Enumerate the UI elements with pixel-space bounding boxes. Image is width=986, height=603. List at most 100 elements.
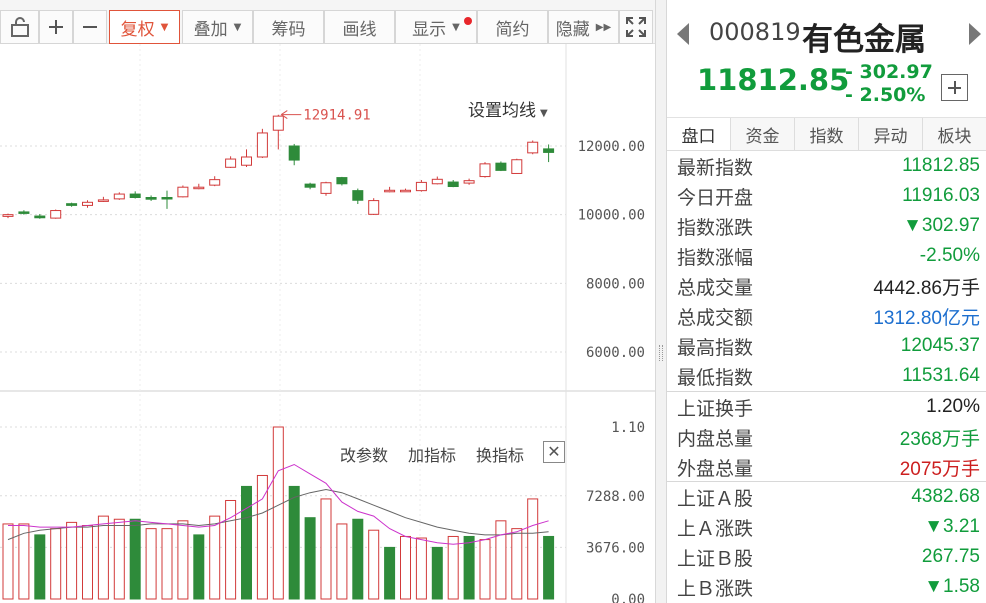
volume-bar: [415, 537, 427, 600]
panel-splitter[interactable]: [655, 0, 667, 603]
candle-body: [288, 145, 300, 161]
kline-chart: 12000.00 10000.00 8000.00 6000.00 1.10 7288.0…: [0, 44, 655, 603]
zoom-in-button[interactable]: [39, 10, 73, 44]
detail-label: 最新指数: [677, 156, 754, 179]
rights-adjust-dropdown[interactable]: 复权 ▼: [109, 10, 180, 44]
overlay-dropdown[interactable]: 叠加 ▼: [182, 10, 253, 44]
volume-bar: [463, 535, 475, 600]
volume-bar: [209, 515, 221, 600]
draw-line-button[interactable]: 画线: [324, 10, 395, 44]
candlestick: [193, 183, 205, 190]
display-label: 显示: [412, 19, 447, 40]
detail-label: 上证Ａ股: [677, 487, 754, 510]
candle-body: [225, 158, 237, 168]
candlestick: [495, 161, 507, 172]
simple-mode-button[interactable]: 简约: [477, 10, 548, 44]
candlestick: [209, 176, 221, 187]
candlestick: [336, 176, 348, 186]
tab-index[interactable]: 指数: [795, 118, 859, 150]
candle-body: [129, 193, 141, 198]
market-index-list: 上证Ａ股 4382.68 上Ａ涨跌 ▼3.21 上证Ｂ股 267.75 上Ｂ涨跌 ▼1.58: [667, 481, 986, 602]
candle-body: [34, 215, 46, 219]
detail-label: 内盘总量: [677, 427, 754, 450]
candle-body: [368, 200, 380, 215]
detail-label: 上证换手: [677, 397, 754, 420]
ma-setting-label: 设置均线: [468, 101, 536, 121]
notification-dot: [464, 17, 472, 25]
candlestick: [527, 140, 539, 155]
detail-row: 最低指数 11531.64: [667, 361, 986, 391]
detail-value: ▼302.97: [903, 215, 980, 236]
chips-button[interactable]: 筹码: [253, 10, 324, 44]
volume-series: [2, 426, 555, 600]
caret-down-icon: ▼: [540, 108, 548, 119]
tab-movements[interactable]: 异动: [859, 118, 923, 150]
simple-label: 简约: [495, 19, 530, 40]
add-watchlist-button[interactable]: [941, 74, 968, 101]
detail-row: 指数涨幅 -2.50%: [667, 241, 986, 271]
chart-axes: 12000.00 10000.00 8000.00 6000.00 1.10 7288.0…: [578, 139, 645, 603]
candle-body: [177, 186, 189, 198]
drag-handle-icon: [659, 345, 663, 361]
candlestick: [145, 195, 157, 201]
volume-bar: [82, 525, 93, 600]
price-change: - 302.97: [845, 61, 933, 83]
candlestick: [463, 178, 475, 185]
volume-axis-label: 3676.00: [586, 540, 645, 556]
add-indicator-button[interactable]: 加指标: [408, 442, 456, 466]
close-icon: ✕: [547, 442, 561, 461]
candle-body: [400, 189, 411, 193]
candlestick: [97, 196, 109, 202]
candlestick: [447, 179, 459, 188]
kline-chart-area[interactable]: 12000.00 10000.00 8000.00 6000.00 1.10 7288.0…: [0, 44, 655, 603]
close-indicator-button[interactable]: ✕: [543, 441, 565, 463]
detail-value: 2075万手: [899, 458, 980, 480]
candlestick: [288, 143, 300, 166]
hide-button[interactable]: 隐藏 ▶▶: [548, 10, 619, 44]
candle-body: [320, 182, 332, 194]
candle-body: [463, 180, 475, 184]
tab-funds[interactable]: 资金: [731, 118, 795, 150]
caret-down-icon: ▼: [233, 21, 242, 33]
detail-label: 最低指数: [677, 366, 754, 389]
candle-body: [304, 183, 316, 188]
tab-sectors[interactable]: 板块: [923, 118, 986, 150]
price-axis-label: 10000.00: [578, 208, 645, 224]
candle-body: [66, 203, 78, 206]
change-params-button[interactable]: 改参数: [340, 442, 388, 466]
volume-bar: [336, 523, 348, 600]
lock-button[interactable]: [0, 10, 39, 44]
zoom-out-button[interactable]: [73, 10, 107, 44]
display-dropdown[interactable]: 显示 ▼: [395, 10, 477, 44]
next-stock-arrow-icon[interactable]: [969, 23, 981, 45]
fullscreen-button[interactable]: [619, 10, 653, 44]
ma-setting-dropdown[interactable]: 设置均线 ▼: [468, 96, 548, 121]
detail-row: 总成交量 4442.86万手: [667, 271, 986, 301]
quote-header: 000819 有色金属 11812.85 - 302.97 - 2.50%: [667, 0, 986, 118]
detail-label: 指数涨幅: [677, 246, 754, 269]
double-chevron-right-icon: ▶▶: [595, 21, 612, 33]
candle-body: [193, 186, 205, 190]
detail-value: ▼3.21: [924, 516, 980, 537]
price-change-percent: - 2.50%: [845, 84, 926, 106]
high-price-label: 12914.91: [303, 108, 370, 124]
volume-bar: [256, 474, 268, 600]
tab-order-book[interactable]: 盘口: [667, 118, 731, 150]
candlestick: [161, 190, 173, 209]
volume-bar: [161, 528, 173, 600]
switch-indicator-button[interactable]: 换指标: [476, 442, 524, 466]
volume-bar: [431, 546, 443, 600]
candlestick: [368, 198, 380, 216]
candle-body: [447, 181, 459, 188]
turnover-detail-list: 上证换手 1.20% 内盘总量 2368万手 外盘总量 2075万手: [667, 391, 986, 482]
prev-stock-arrow-icon[interactable]: [677, 23, 689, 45]
detail-value: 1312.80亿元: [873, 307, 980, 329]
caret-down-icon: ▼: [452, 21, 460, 33]
candle-body: [209, 179, 221, 186]
volume-bar: [447, 535, 459, 600]
detail-value: 1.20%: [926, 396, 980, 417]
price-axis-label: 12000.00: [578, 139, 645, 155]
candle-body: [97, 199, 109, 202]
volume-bar: [543, 535, 555, 600]
volume-bar: [50, 528, 62, 600]
